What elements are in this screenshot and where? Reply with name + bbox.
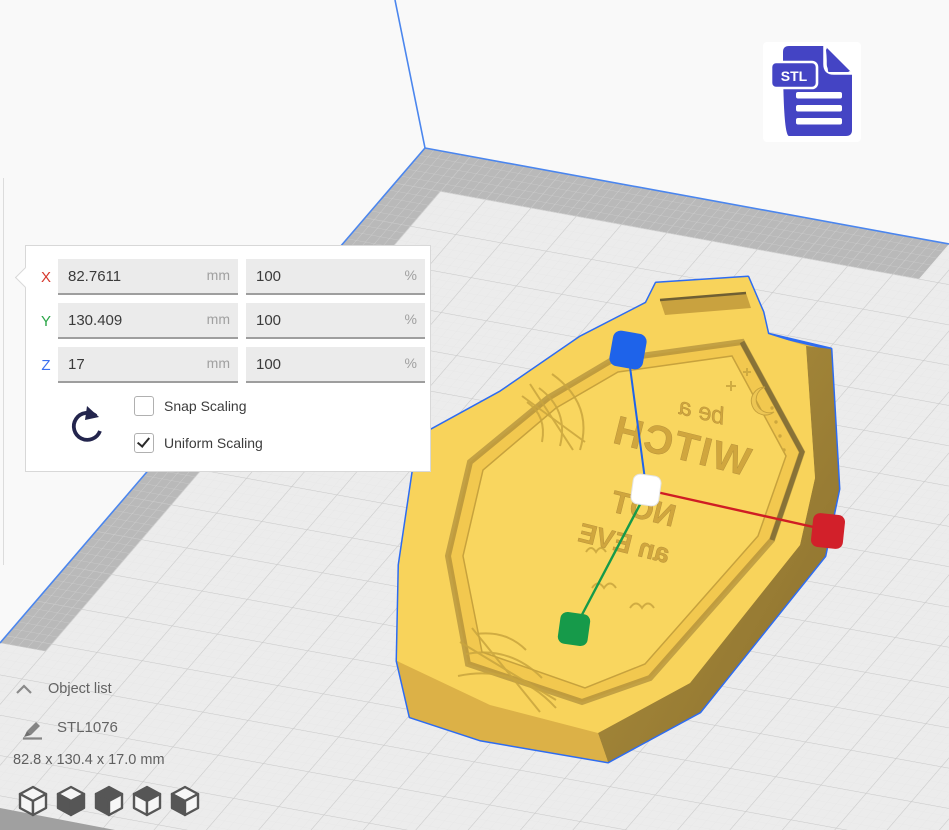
x-size-unit: mm	[207, 267, 230, 283]
cura-3d-viewport-window: be a WITCH NOT an EVE	[0, 0, 949, 830]
view-left-button[interactable]	[130, 784, 164, 818]
stl-file-icon: STL	[763, 42, 861, 142]
y-size-input[interactable]	[68, 303, 188, 337]
scale-row-x: X mm %	[34, 259, 416, 295]
y-percent-input[interactable]	[256, 303, 376, 337]
snap-scaling-row: Snap Scaling	[134, 396, 247, 416]
x-size-field: mm	[58, 259, 238, 295]
scale-row-y: Y mm %	[34, 303, 416, 339]
scale-row-z: Z mm %	[34, 347, 416, 383]
x-percent-field: %	[246, 259, 425, 295]
z-size-unit: mm	[207, 355, 230, 371]
reset-scale-button[interactable]	[66, 404, 104, 450]
x-axis-label: X	[34, 269, 58, 286]
y-axis-label: Y	[34, 313, 58, 330]
z-percent-input[interactable]	[256, 347, 376, 381]
view-top-button[interactable]	[92, 784, 126, 818]
view-3d-button[interactable]	[16, 784, 50, 818]
snap-scaling-checkbox[interactable]	[134, 396, 154, 416]
object-list-item-name[interactable]: STL1076	[57, 719, 118, 736]
pencil-icon	[20, 716, 46, 740]
x-size-input[interactable]	[68, 259, 188, 293]
scale-tool-panel: X mm % Y mm % Z mm	[25, 245, 431, 472]
z-size-field: mm	[58, 347, 238, 383]
uniform-scaling-checkbox[interactable]	[134, 433, 154, 453]
snap-scaling-label: Snap Scaling	[164, 398, 247, 414]
view-orientation-bar	[16, 784, 206, 818]
model-dimensions-label: 82.8 x 130.4 x 17.0 mm	[13, 752, 165, 768]
uniform-scaling-label: Uniform Scaling	[164, 435, 263, 451]
z-scale-handle[interactable]	[608, 329, 648, 370]
y-percent-field: %	[246, 303, 425, 339]
y-size-unit: mm	[207, 311, 230, 327]
x-percent-input[interactable]	[256, 259, 376, 293]
view-front-button[interactable]	[54, 784, 88, 818]
uniform-scale-handle[interactable]	[630, 473, 662, 507]
z-axis-label: Z	[34, 357, 58, 374]
stl-badge-label: STL	[781, 68, 808, 84]
y-size-field: mm	[58, 303, 238, 339]
y-scale-handle[interactable]	[557, 611, 591, 647]
stl-file-card: STL	[763, 42, 861, 142]
uniform-scaling-row: Uniform Scaling	[134, 433, 263, 453]
x-scale-handle[interactable]	[810, 512, 845, 549]
reset-arrowhead	[85, 406, 99, 420]
x-percent-unit: %	[405, 267, 417, 283]
left-toolbar-edge	[3, 178, 4, 565]
document-lines	[796, 92, 842, 125]
y-percent-unit: %	[405, 311, 417, 327]
z-percent-field: %	[246, 347, 425, 383]
object-list-header[interactable]: Object list	[48, 681, 112, 697]
z-size-input[interactable]	[68, 347, 188, 381]
view-right-button[interactable]	[168, 784, 202, 818]
chevron-up-icon[interactable]	[14, 683, 34, 695]
z-percent-unit: %	[405, 355, 417, 371]
